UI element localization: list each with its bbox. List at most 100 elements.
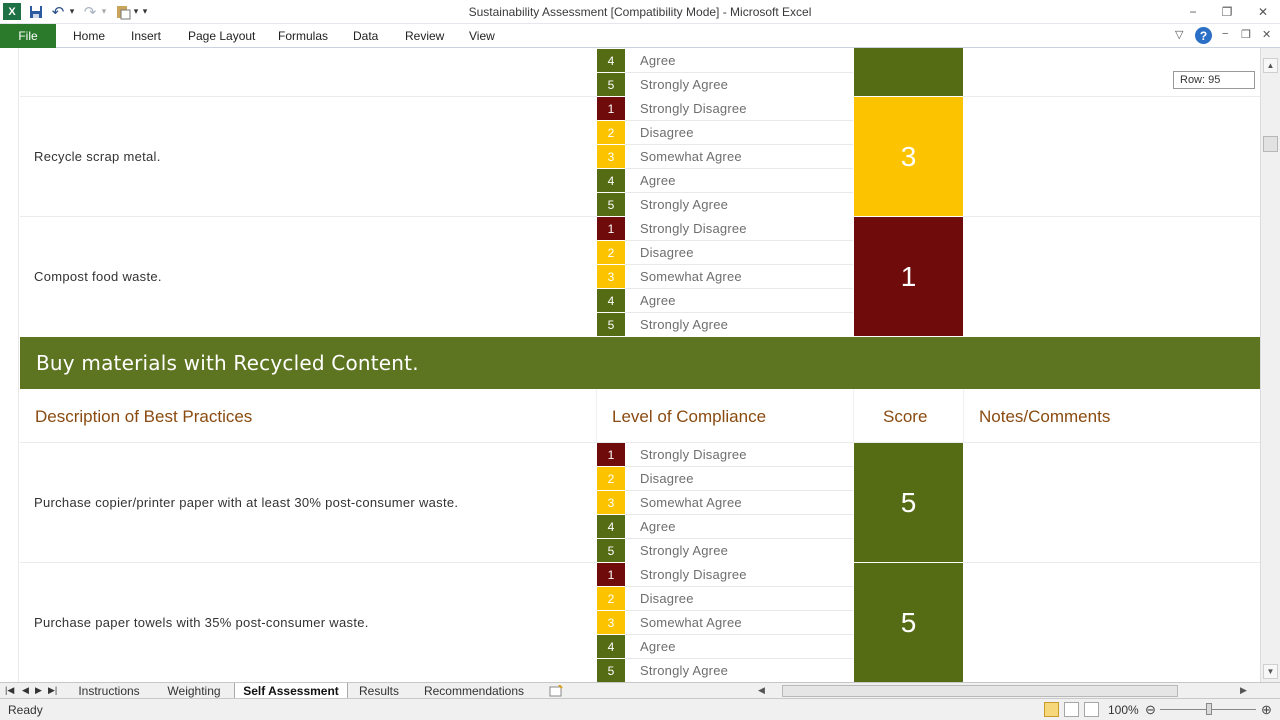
row-tooltip: Row: 95	[1173, 71, 1255, 89]
tab-data[interactable]: Data	[353, 29, 378, 43]
option-label[interactable]: Somewhat Agree	[640, 269, 742, 284]
row-divider	[963, 216, 1260, 217]
horizontal-scrollbar[interactable]: ◀ ▶	[758, 684, 1260, 698]
normal-view-icon[interactable]	[1044, 702, 1059, 717]
scroll-up-icon[interactable]: ▲	[1263, 58, 1278, 73]
prev-sheet-icon[interactable]: ◀	[22, 685, 29, 696]
option-number-1: 1	[597, 443, 625, 466]
option-number-5: 5	[597, 193, 625, 216]
option-label[interactable]: Disagree	[640, 245, 694, 260]
tab-insert[interactable]: Insert	[131, 29, 161, 43]
option-label[interactable]: Strongly Agree	[640, 197, 728, 212]
option-divider	[625, 466, 853, 467]
option-label[interactable]: Strongly Disagree	[640, 567, 747, 582]
option-label[interactable]: Strongly Agree	[640, 543, 728, 558]
option-divider	[625, 240, 853, 241]
row-divider	[20, 96, 597, 97]
option-label[interactable]: Strongly Disagree	[640, 101, 747, 116]
row-divider	[20, 562, 597, 563]
scroll-right-icon[interactable]: ▶	[1240, 685, 1247, 696]
workbook-close-button[interactable]: ✕	[1262, 28, 1271, 41]
option-divider	[625, 120, 853, 121]
option-label[interactable]: Agree	[640, 293, 676, 308]
tab-review[interactable]: Review	[405, 29, 444, 43]
ribbon-tabs: File Home Insert Page Layout Formulas Da…	[0, 24, 1280, 48]
tab-page-layout[interactable]: Page Layout	[188, 29, 255, 43]
close-button[interactable]: ✕	[1250, 2, 1276, 22]
option-label[interactable]: Agree	[640, 519, 676, 534]
workbook-minimize-button[interactable]: −	[1222, 28, 1228, 40]
option-label[interactable]: Disagree	[640, 471, 694, 486]
option-label[interactable]: Agree	[640, 639, 676, 654]
option-divider	[625, 610, 853, 611]
zoom-out-icon[interactable]: ⊖	[1145, 702, 1156, 718]
tab-formulas[interactable]: Formulas	[278, 29, 328, 43]
option-label[interactable]: Somewhat Agree	[640, 149, 742, 164]
option-label[interactable]: Somewhat Agree	[640, 615, 742, 630]
practice-description[interactable]: Purchase paper towels with 35% post-cons…	[34, 615, 369, 630]
row-divider	[963, 562, 1260, 563]
practice-description[interactable]: Purchase copier/printer paper with at le…	[34, 495, 458, 510]
score-cell[interactable]	[854, 48, 963, 96]
option-label[interactable]: Disagree	[640, 591, 694, 606]
tab-home[interactable]: Home	[73, 29, 105, 43]
sheet-tab-recommendations[interactable]: Recommendations	[410, 683, 538, 699]
option-divider	[625, 658, 853, 659]
score-cell[interactable]: 3	[854, 97, 963, 216]
sheet-tab-instructions[interactable]: Instructions	[66, 683, 152, 699]
horizontal-scroll-thumb[interactable]	[782, 685, 1178, 697]
option-divider	[625, 490, 853, 491]
option-label[interactable]: Agree	[640, 173, 676, 188]
worksheet-grid[interactable]: 4 Agree 5 Strongly Agree Recycle scrap m…	[0, 48, 1260, 682]
vertical-scrollbar[interactable]: ▲ ▼	[1260, 48, 1280, 682]
first-sheet-icon[interactable]: |◀	[5, 685, 14, 696]
zoom-slider-thumb[interactable]	[1206, 703, 1212, 715]
next-sheet-icon[interactable]: ▶	[35, 685, 42, 696]
section-title[interactable]: Buy materials with Recycled Content.	[20, 337, 1260, 389]
minimize-ribbon-icon[interactable]: ▽	[1175, 28, 1183, 41]
option-label[interactable]: Strongly Disagree	[640, 221, 747, 236]
sheet-tab-weighting[interactable]: Weighting	[156, 683, 232, 699]
scroll-left-icon[interactable]: ◀	[758, 685, 765, 696]
insert-sheet-icon[interactable]	[546, 683, 566, 699]
option-divider	[625, 586, 853, 587]
option-number-1: 1	[597, 97, 625, 120]
option-number-5: 5	[597, 73, 625, 96]
sheet-tab-self-assessment[interactable]: Self Assessment	[234, 683, 348, 699]
zoom-in-icon[interactable]: ⊕	[1261, 702, 1272, 718]
option-number-2: 2	[597, 587, 625, 610]
practice-description[interactable]: Compost food waste.	[34, 269, 162, 284]
option-number-3: 3	[597, 265, 625, 288]
score-cell[interactable]: 5	[854, 443, 963, 562]
last-sheet-icon[interactable]: ▶|	[48, 685, 57, 696]
tab-file[interactable]: File	[0, 24, 56, 48]
vertical-scroll-thumb[interactable]	[1263, 136, 1278, 152]
option-label[interactable]: Strongly Disagree	[640, 447, 747, 462]
option-label[interactable]: Strongly Agree	[640, 317, 728, 332]
minimize-button[interactable]: −	[1180, 2, 1206, 22]
option-number-2: 2	[597, 241, 625, 264]
option-number-2: 2	[597, 467, 625, 490]
zoom-level[interactable]: 100%	[1108, 703, 1139, 717]
sheet-tab-results[interactable]: Results	[352, 683, 406, 699]
score-cell[interactable]: 1	[854, 217, 963, 336]
option-label[interactable]: Strongly Agree	[640, 77, 728, 92]
help-icon[interactable]: ?	[1195, 27, 1212, 44]
scroll-down-icon[interactable]: ▼	[1263, 664, 1278, 679]
option-divider	[625, 538, 853, 539]
header-compliance: Level of Compliance	[612, 407, 767, 426]
score-cell[interactable]: 5	[854, 563, 963, 682]
restore-button[interactable]: ❐	[1214, 2, 1240, 22]
option-label[interactable]: Disagree	[640, 125, 694, 140]
option-label[interactable]: Somewhat Agree	[640, 495, 742, 510]
row-divider	[20, 216, 597, 217]
option-label[interactable]: Strongly Agree	[640, 663, 728, 678]
option-number-1: 1	[597, 217, 625, 240]
tab-view[interactable]: View	[469, 29, 495, 43]
option-number-2: 2	[597, 121, 625, 144]
option-label[interactable]: Agree	[640, 53, 676, 68]
page-break-view-icon[interactable]	[1084, 702, 1099, 717]
page-layout-view-icon[interactable]	[1064, 702, 1079, 717]
practice-description[interactable]: Recycle scrap metal.	[34, 149, 161, 164]
workbook-restore-button[interactable]: ❐	[1241, 28, 1251, 41]
